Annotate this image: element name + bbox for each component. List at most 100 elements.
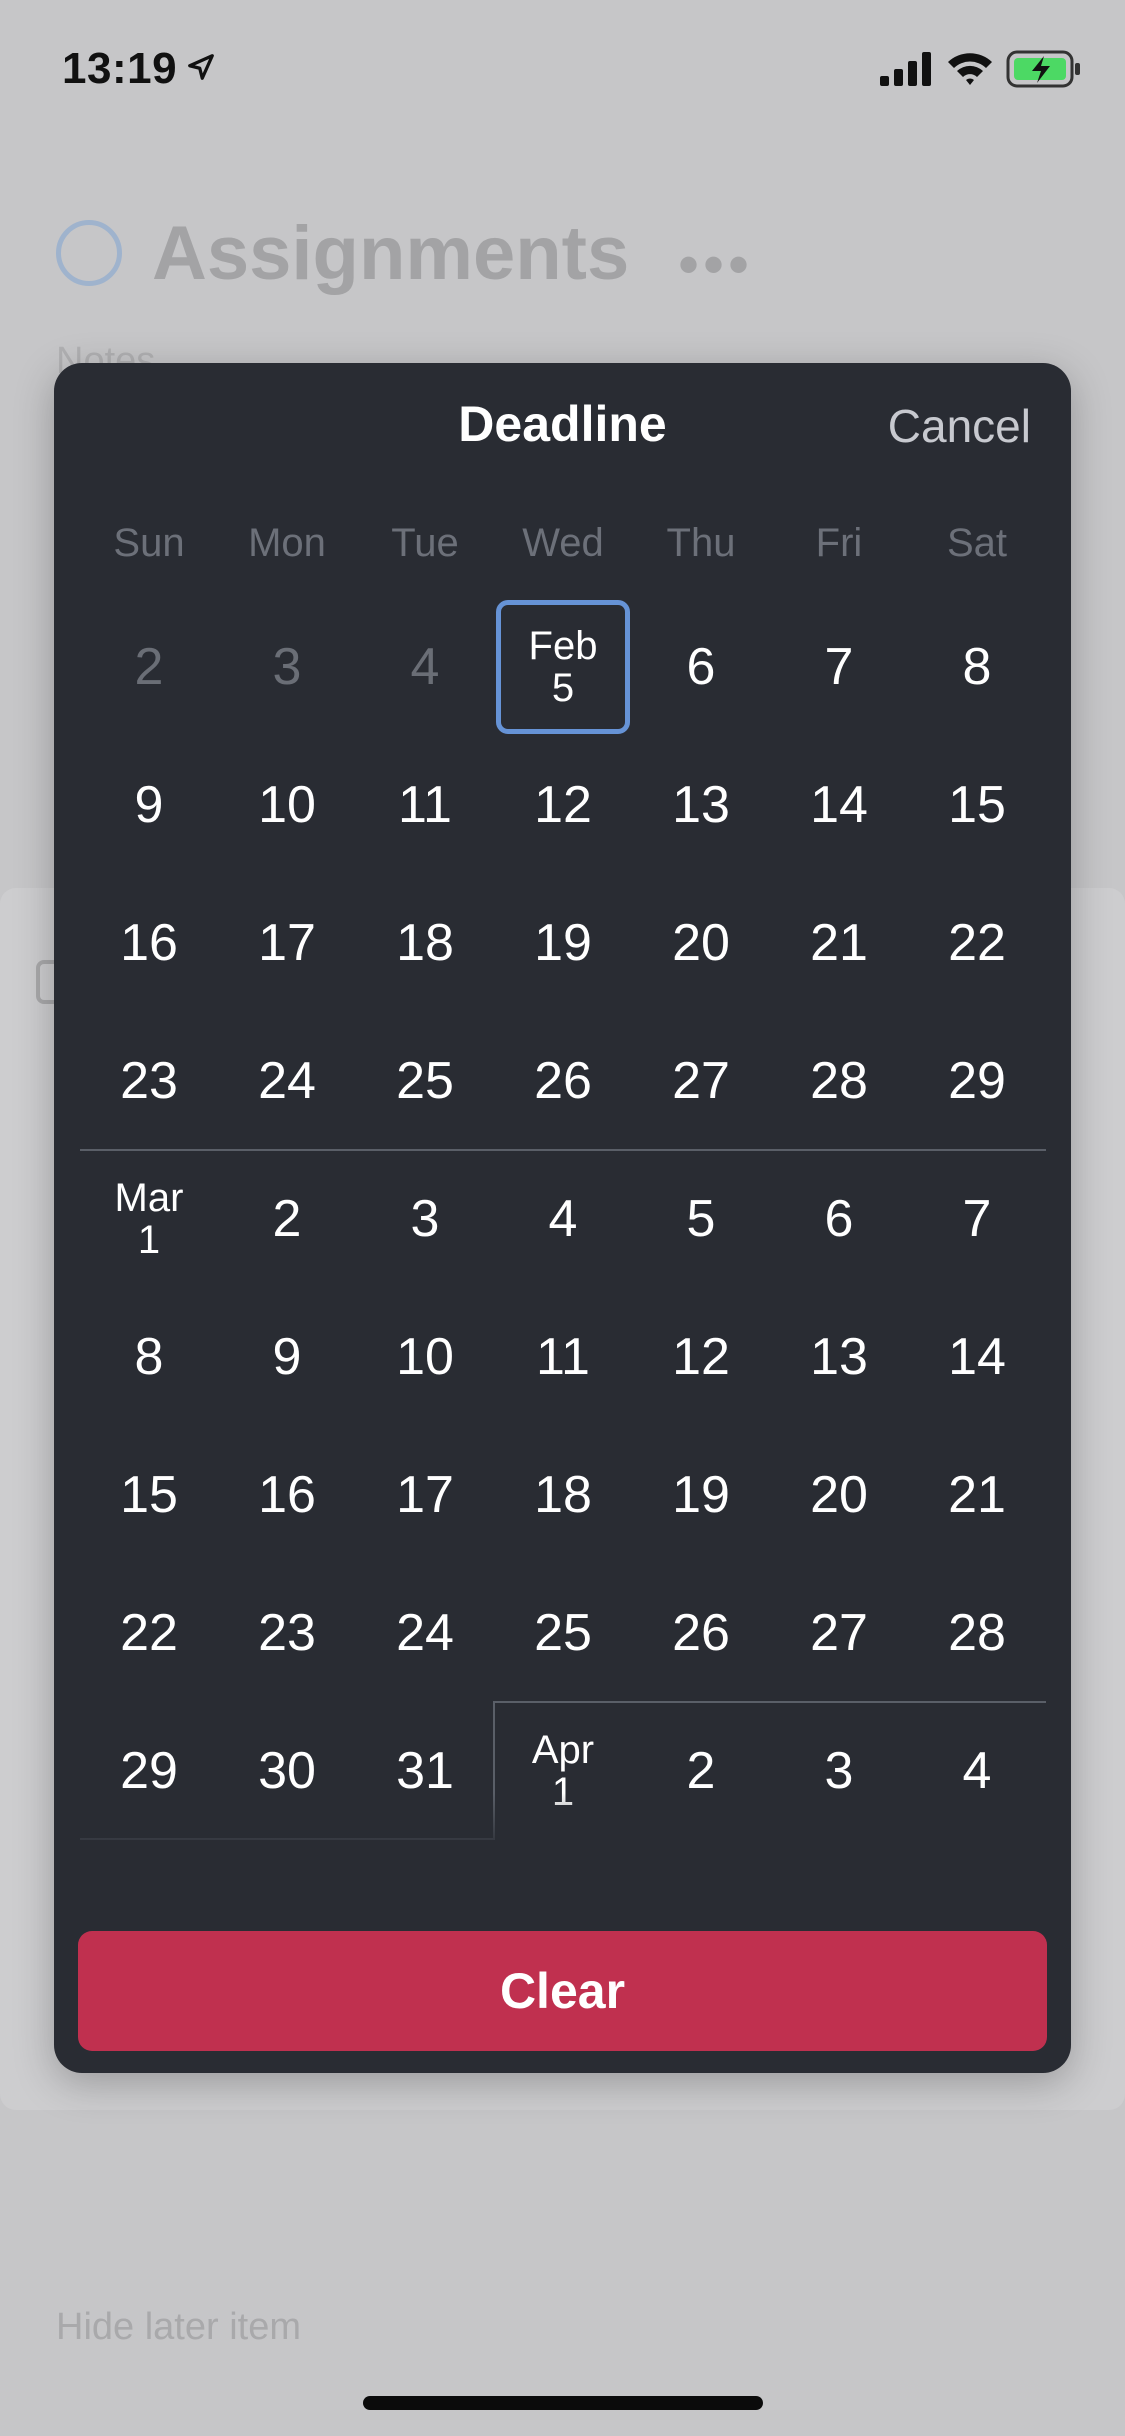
calendar-day[interactable]: 22 — [908, 874, 1046, 1012]
day-number: 17 — [258, 914, 316, 972]
calendar-day[interactable]: 26 — [494, 1012, 632, 1150]
day-number: 7 — [824, 638, 854, 696]
calendar-day[interactable]: 20 — [632, 874, 770, 1012]
day-number: 14 — [810, 776, 868, 834]
calendar-day[interactable]: 4 — [494, 1150, 632, 1288]
calendar-day[interactable]: Mar 1 — [80, 1150, 218, 1288]
calendar-day[interactable]: 12 — [632, 1288, 770, 1426]
day-number: 26 — [534, 1052, 592, 1110]
calendar-day[interactable]: 16 — [218, 1426, 356, 1564]
calendar-day[interactable]: 3 — [218, 598, 356, 736]
calendar-day[interactable]: 19 — [632, 1426, 770, 1564]
month-divider — [80, 1149, 1046, 1151]
calendar-day[interactable]: 25 — [494, 1564, 632, 1702]
calendar-day[interactable]: 23 — [80, 1012, 218, 1150]
day-number: 19 — [672, 1466, 730, 1524]
calendar-day[interactable]: 20 — [770, 1426, 908, 1564]
day-number: 23 — [120, 1052, 178, 1110]
calendar-day[interactable]: 25 — [356, 1012, 494, 1150]
wifi-icon — [946, 50, 994, 91]
day-number: 9 — [134, 776, 164, 834]
day-number: 19 — [534, 914, 592, 972]
day-number: 28 — [810, 1052, 868, 1110]
calendar-day[interactable]: 13 — [770, 1288, 908, 1426]
day-number: 13 — [810, 1328, 868, 1386]
day-number: 28 — [948, 1604, 1006, 1662]
month-label: Feb — [528, 624, 598, 668]
calendar-day[interactable]: 2 — [80, 598, 218, 736]
calendar-day[interactable]: 4 — [356, 598, 494, 736]
complete-circle-icon — [56, 220, 122, 286]
selected-day[interactable]: Feb 5 — [496, 600, 630, 734]
more-options-icon: ••• — [678, 231, 754, 298]
calendar-day[interactable]: 7 — [908, 1150, 1046, 1288]
calendar-day[interactable]: 21 — [770, 874, 908, 1012]
calendar-day[interactable]: 11 — [494, 1288, 632, 1426]
calendar-day[interactable]: 28 — [908, 1564, 1046, 1702]
day-number: 12 — [534, 776, 592, 834]
battery-charging-icon — [1006, 50, 1082, 93]
calendar-day[interactable]: 9 — [80, 736, 218, 874]
calendar-day[interactable]: 17 — [218, 874, 356, 1012]
page-title: Assignments — [152, 211, 630, 296]
calendar-day[interactable]: 8 — [80, 1288, 218, 1426]
calendar-day[interactable]: 2 — [218, 1150, 356, 1288]
day-number: 3 — [824, 1742, 854, 1800]
clear-button[interactable]: Clear — [78, 1931, 1047, 2051]
calendar-day[interactable]: 17 — [356, 1426, 494, 1564]
calendar-day[interactable]: 5 — [632, 1150, 770, 1288]
calendar-day[interactable]: 11 — [356, 736, 494, 874]
calendar-day[interactable]: 27 — [770, 1564, 908, 1702]
day-number: 31 — [396, 1742, 454, 1800]
calendar-day[interactable]: 22 — [80, 1564, 218, 1702]
calendar-day[interactable]: 15 — [908, 736, 1046, 874]
calendar-day[interactable]: 24 — [218, 1012, 356, 1150]
calendar-day[interactable]: 27 — [632, 1012, 770, 1150]
cancel-button[interactable]: Cancel — [888, 399, 1031, 453]
calendar-day[interactable]: 18 — [494, 1426, 632, 1564]
calendar-day[interactable]: 29 — [908, 1012, 1046, 1150]
calendar-day[interactable]: 14 — [908, 1288, 1046, 1426]
calendar-day[interactable]: 16 — [80, 874, 218, 1012]
day-number: 29 — [948, 1052, 1006, 1110]
month-divider — [494, 1701, 1046, 1703]
calendar-day[interactable]: 14 — [770, 736, 908, 874]
calendar-day[interactable]: 15 — [80, 1426, 218, 1564]
day-number: 16 — [258, 1466, 316, 1524]
day-number: 15 — [948, 776, 1006, 834]
day-number: 27 — [672, 1052, 730, 1110]
calendar-grid: 2 3 4 Feb 5 6 7 8 9 10 11 12 13 14 15 16 17 18 19 20 21 22 23 2… — [80, 598, 1046, 1883]
calendar-day[interactable]: 6 — [770, 1150, 908, 1288]
day-number: 18 — [534, 1466, 592, 1524]
calendar-day[interactable]: 3 — [356, 1150, 494, 1288]
calendar-day[interactable]: 12 — [494, 736, 632, 874]
day-number: 13 — [672, 776, 730, 834]
weekday-label: Tue — [391, 521, 459, 565]
weekday-label: Sun — [113, 521, 185, 565]
deadline-picker: Deadline Cancel Sun Mon Tue Wed Thu Fri … — [54, 363, 1071, 2073]
calendar-day[interactable]: 28 — [770, 1012, 908, 1150]
day-number: 14 — [948, 1328, 1006, 1386]
calendar-day[interactable]: 10 — [356, 1288, 494, 1426]
calendar-day[interactable]: 18 — [356, 874, 494, 1012]
weekday-header: Sun Mon Tue Wed Thu Fri Sat — [80, 521, 1046, 581]
calendar-day[interactable]: 6 — [632, 598, 770, 736]
calendar-scroll[interactable]: 2 3 4 Feb 5 6 7 8 9 10 11 12 13 14 15 16 17 18 19 20 21 22 23 2… — [80, 598, 1046, 1883]
home-indicator — [363, 2396, 763, 2410]
cellular-signal-icon — [880, 52, 934, 91]
calendar-day[interactable]: 7 — [770, 598, 908, 736]
calendar-day[interactable]: 24 — [356, 1564, 494, 1702]
calendar-day[interactable]: 9 — [218, 1288, 356, 1426]
day-number: 6 — [824, 1190, 854, 1248]
calendar-day[interactable]: 23 — [218, 1564, 356, 1702]
day-number: 17 — [396, 1466, 454, 1524]
day-number: 30 — [258, 1742, 316, 1800]
calendar-day[interactable]: 8 — [908, 598, 1046, 736]
calendar-day[interactable]: 19 — [494, 874, 632, 1012]
calendar-day[interactable]: 21 — [908, 1426, 1046, 1564]
weekday-label: Sat — [946, 521, 1008, 565]
calendar-day[interactable]: 10 — [218, 736, 356, 874]
calendar-day[interactable]: 26 — [632, 1564, 770, 1702]
calendar-day[interactable]: 13 — [632, 736, 770, 874]
day-number: 21 — [948, 1466, 1006, 1524]
